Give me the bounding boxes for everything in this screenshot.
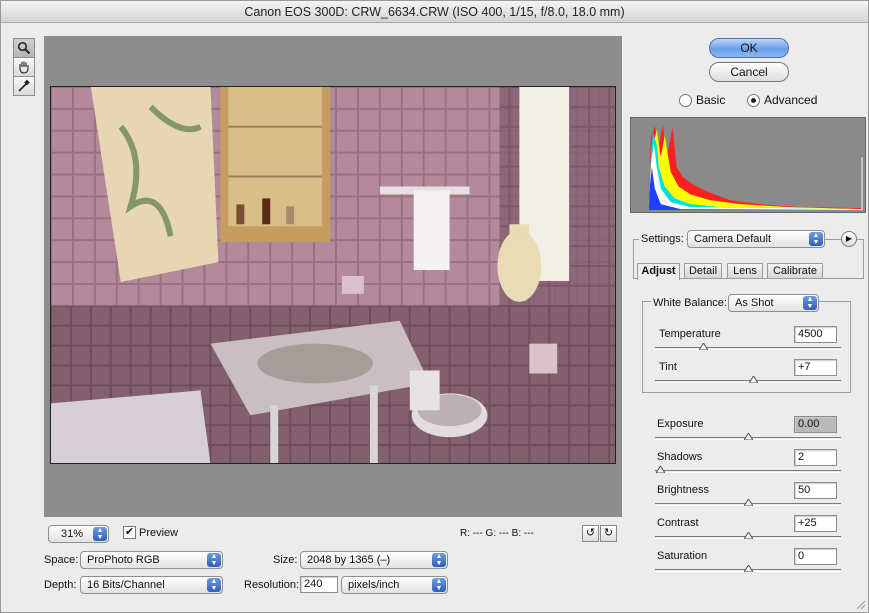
color-space-select[interactable]: ProPhoto RGB ▲ ▼ bbox=[80, 551, 223, 569]
shadows-input[interactable]: 2 bbox=[794, 449, 837, 466]
bit-depth-value: 16 Bits/Channel bbox=[87, 579, 165, 591]
space-label: Space: bbox=[44, 554, 79, 566]
image-size-select[interactable]: 2048 by 1365 (–) ▲ ▼ bbox=[300, 551, 448, 569]
white-balance-select[interactable]: As Shot ▲ ▼ bbox=[728, 294, 819, 312]
zoom-level-select[interactable]: 31% ▲ ▼ bbox=[48, 525, 109, 543]
preview-label: Preview bbox=[139, 527, 179, 539]
rotate-right-button[interactable]: ↻ bbox=[600, 525, 617, 542]
hand-tool-button[interactable] bbox=[13, 57, 35, 77]
chevron-up-down-icon: ▲ ▼ bbox=[803, 296, 817, 310]
saturation-slider-thumb[interactable] bbox=[743, 565, 753, 572]
bit-depth-select[interactable]: 16 Bits/Channel ▲ ▼ bbox=[80, 576, 223, 594]
play-arrow-icon: ▶ bbox=[845, 234, 853, 243]
chevron-up-down-icon: ▲ ▼ bbox=[207, 578, 221, 592]
exposure-label: Exposure bbox=[657, 418, 704, 430]
tab-calibrate[interactable]: Calibrate bbox=[767, 263, 823, 279]
shadows-slider[interactable] bbox=[655, 470, 841, 473]
ok-button[interactable]: OK bbox=[709, 38, 789, 58]
preview-checkbox[interactable]: ✔ bbox=[123, 526, 136, 539]
settings-menu-button[interactable]: ▶ bbox=[841, 231, 857, 247]
white-balance-tool-button[interactable] bbox=[13, 76, 35, 96]
brightness-input[interactable]: 50 bbox=[794, 482, 837, 499]
brightness-slider-thumb[interactable] bbox=[743, 499, 753, 506]
temperature-label: Temperature bbox=[659, 328, 721, 340]
cancel-button[interactable]: Cancel bbox=[709, 62, 789, 82]
brightness-label: Brightness bbox=[657, 484, 709, 496]
saturation-input[interactable]: 0 bbox=[794, 548, 837, 565]
advanced-label: Advanced bbox=[764, 93, 818, 107]
camera-raw-dialog: Canon EOS 300D: CRW_6634.CRW (ISO 400, 1… bbox=[0, 0, 869, 613]
contrast-slider-thumb[interactable] bbox=[743, 532, 753, 539]
image-size-value: 2048 by 1365 (–) bbox=[307, 554, 391, 566]
resolution-units-value: pixels/inch bbox=[348, 579, 400, 591]
exposure-slider-thumb[interactable] bbox=[743, 433, 753, 440]
shadows-slider-thumb[interactable] bbox=[656, 466, 666, 473]
settings-select[interactable]: Camera Default ▲ ▼ bbox=[687, 230, 825, 248]
shadows-label: Shadows bbox=[657, 451, 703, 463]
image-preview-area[interactable] bbox=[44, 36, 622, 517]
tint-label: Tint bbox=[659, 361, 677, 373]
zoom-tool-button[interactable] bbox=[13, 38, 35, 58]
rgb-readout: R: --- G: --- B: --- bbox=[460, 528, 534, 539]
temperature-input[interactable]: 4500 bbox=[794, 326, 837, 343]
basic-label: Basic bbox=[696, 93, 726, 107]
exposure-input[interactable]: 0.00 bbox=[794, 416, 837, 433]
hand-icon bbox=[19, 61, 29, 74]
tab-detail[interactable]: Detail bbox=[684, 263, 722, 279]
settings-label: Settings: bbox=[639, 233, 686, 245]
white-balance-label: White Balance: bbox=[651, 297, 729, 309]
tint-slider[interactable] bbox=[655, 380, 841, 383]
settings-value: Camera Default bbox=[694, 233, 772, 245]
histogram bbox=[630, 117, 866, 213]
eyedropper-icon bbox=[18, 79, 30, 92]
zoom-level-value: 31% bbox=[61, 528, 84, 540]
color-space-value: ProPhoto RGB bbox=[87, 554, 160, 566]
chevron-up-down-icon: ▲ ▼ bbox=[432, 578, 446, 592]
rotate-ccw-icon: ↺ bbox=[585, 527, 596, 539]
contrast-label: Contrast bbox=[657, 517, 699, 529]
resolution-label: Resolution: bbox=[244, 579, 300, 591]
rotate-cw-icon: ↻ bbox=[603, 527, 614, 539]
depth-label: Depth: bbox=[44, 579, 77, 591]
chevron-up-down-icon: ▲ ▼ bbox=[207, 553, 221, 567]
basic-radio[interactable] bbox=[679, 94, 692, 107]
advanced-radio[interactable] bbox=[747, 94, 760, 107]
chevron-up-down-icon: ▲ ▼ bbox=[809, 232, 823, 246]
size-label: Size: bbox=[273, 554, 298, 566]
window-title: Canon EOS 300D: CRW_6634.CRW (ISO 400, 1… bbox=[1, 1, 868, 23]
white-balance-value: As Shot bbox=[735, 297, 774, 309]
chevron-up-down-icon: ▲ ▼ bbox=[432, 553, 446, 567]
resolution-units-select[interactable]: pixels/inch ▲ ▼ bbox=[341, 576, 448, 594]
tint-input[interactable]: +7 bbox=[794, 359, 837, 376]
tab-lens[interactable]: Lens bbox=[727, 263, 763, 279]
temperature-slider[interactable] bbox=[655, 347, 841, 350]
temperature-slider-thumb[interactable] bbox=[698, 343, 708, 350]
saturation-label: Saturation bbox=[657, 550, 708, 562]
tint-slider-thumb[interactable] bbox=[749, 376, 759, 383]
contrast-input[interactable]: +25 bbox=[794, 515, 837, 532]
chevron-up-down-icon: ▲ ▼ bbox=[93, 527, 107, 541]
rotate-left-button[interactable]: ↺ bbox=[582, 525, 599, 542]
magnifier-icon bbox=[17, 41, 31, 55]
tab-adjust[interactable]: Adjust bbox=[637, 263, 680, 280]
resize-grip-icon[interactable] bbox=[855, 599, 866, 610]
resolution-input[interactable]: 240 bbox=[300, 576, 338, 593]
preview-image bbox=[50, 86, 616, 464]
